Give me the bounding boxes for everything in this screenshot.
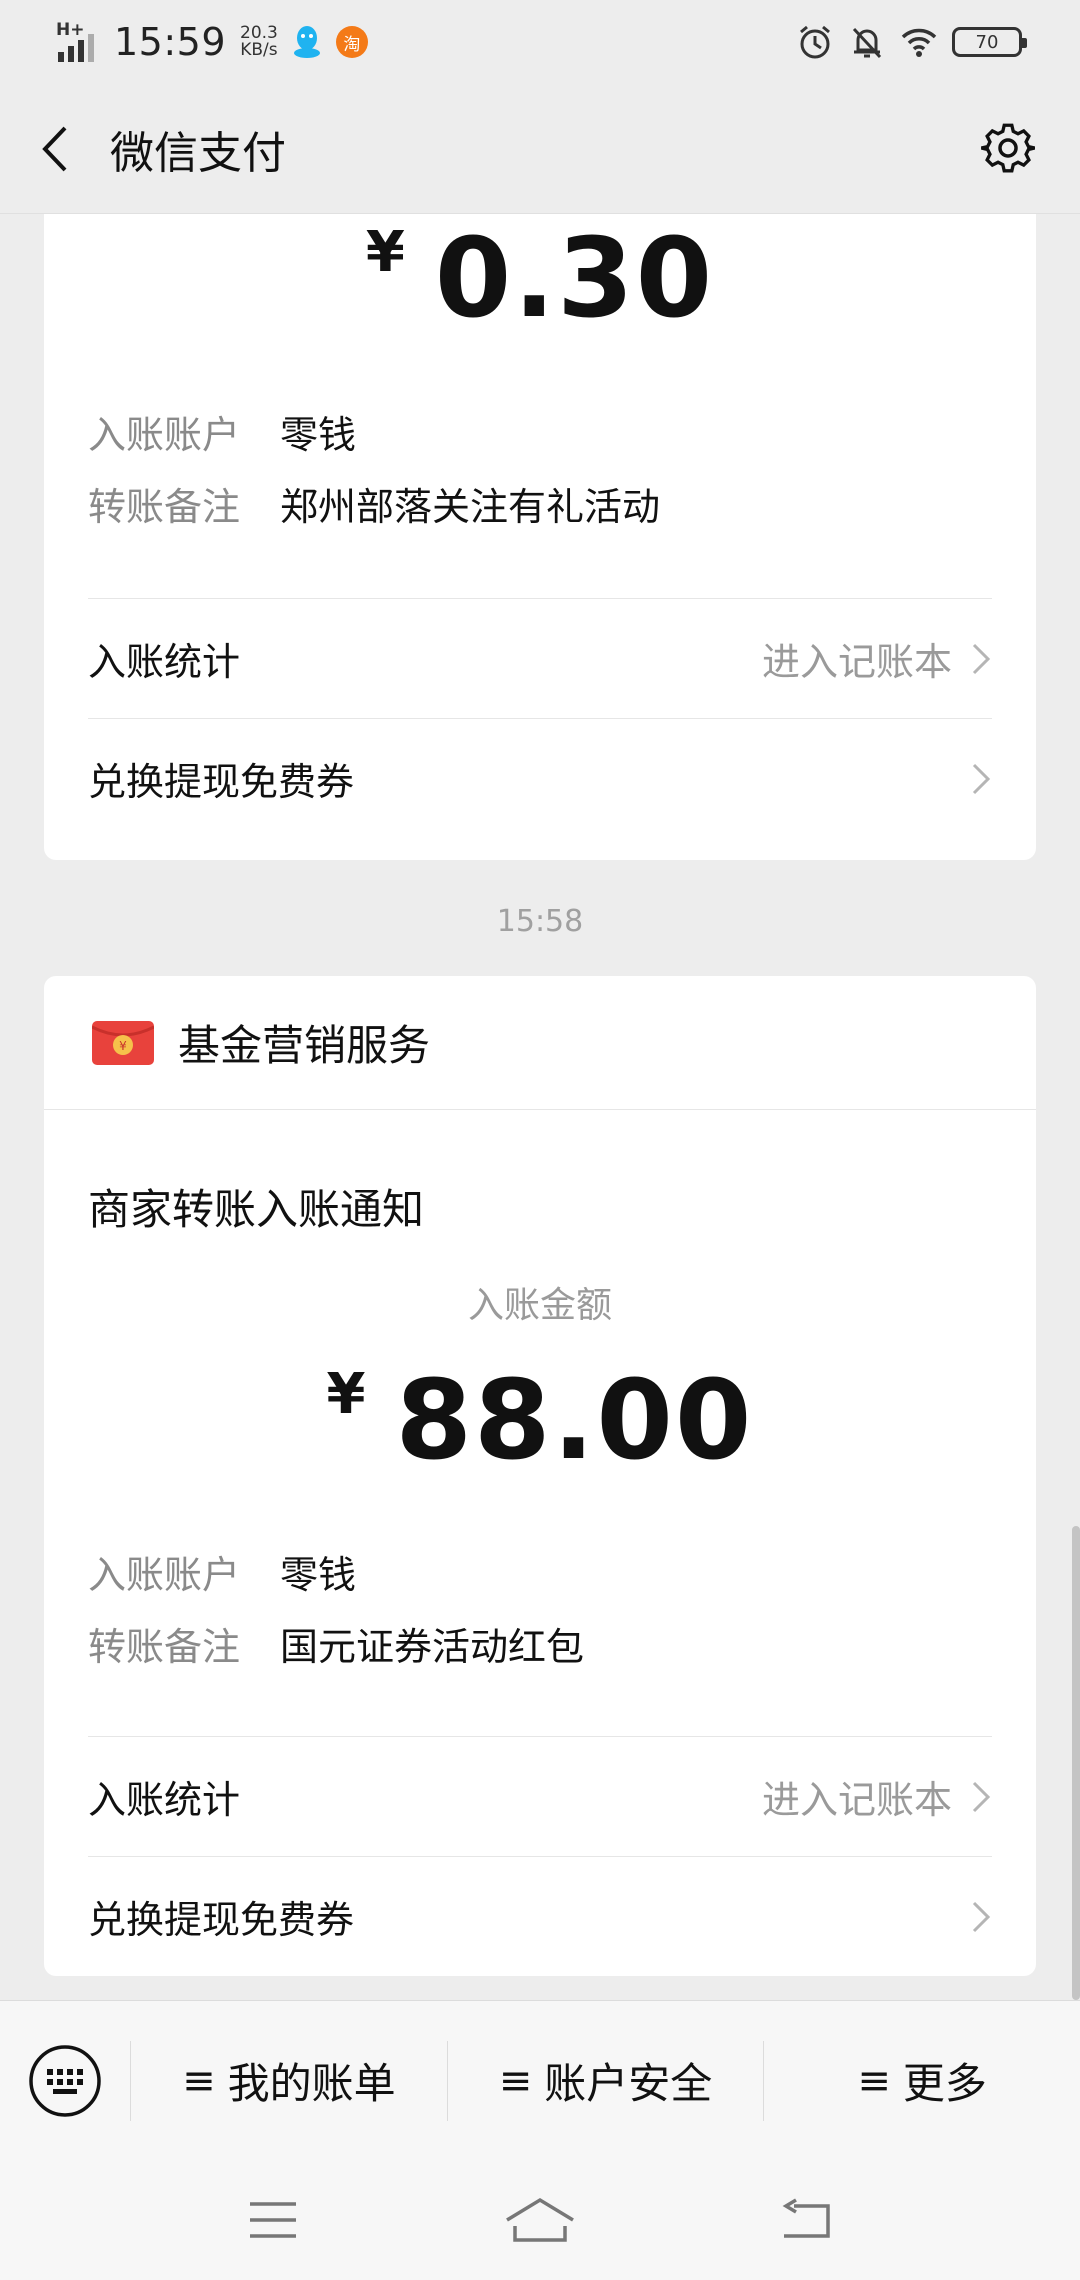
- back-arrow-icon: [42, 126, 67, 171]
- chevron-right-icon: [972, 763, 991, 794]
- field-remark: 转账备注 国元证券活动红包: [88, 1616, 584, 1671]
- page-title: 微信支付: [110, 127, 286, 179]
- notice-title: 商家转账入账通知: [88, 1185, 425, 1234]
- bottom-menu: ≡ 我的账单 ≡ 账户安全 ≡ 更多: [0, 2000, 1080, 2160]
- row-action-label: 进入记账本: [761, 1778, 952, 1822]
- menu-label: 我的账单: [227, 2059, 396, 2108]
- speed-unit: KB/s: [240, 40, 278, 60]
- network-speed: 20.3 KB/s: [240, 25, 278, 59]
- menu-list-icon: ≡: [857, 2057, 891, 2104]
- chevron-right-icon: [972, 1901, 991, 1932]
- field-value: 国元证券活动红包: [280, 1625, 585, 1669]
- sender-name: 基金营销服务: [178, 1021, 431, 1070]
- svg-text:¥: ¥: [119, 1039, 127, 1053]
- currency-symbol: ¥: [365, 220, 405, 285]
- row-label: 兑换提现免费券: [88, 1898, 355, 1942]
- scrollbar[interactable]: [1072, 1526, 1080, 2000]
- row-action: 进入记账本: [762, 631, 992, 686]
- wifi-icon: [901, 28, 937, 57]
- back-nav-icon: [782, 2198, 830, 2238]
- row-exchange-coupon[interactable]: 兑换提现免费券: [88, 1856, 992, 1976]
- row-income-stats[interactable]: 入账统计 进入记账本: [88, 598, 992, 718]
- message-timestamp: 15:58: [496, 904, 584, 939]
- back-nav-button[interactable]: [762, 2190, 852, 2250]
- menu-list-icon: ≡: [182, 2057, 216, 2104]
- row-exchange-coupon[interactable]: 兑换提现免费券: [88, 718, 992, 838]
- taobao-icon: 淘: [335, 26, 368, 58]
- amount-value: 0.30: [434, 214, 715, 342]
- row-income-stats[interactable]: 入账统计 进入记账本: [88, 1736, 992, 1856]
- battery-icon: 70: [952, 27, 1027, 57]
- home-icon: [506, 2197, 574, 2242]
- menu-label: 更多: [902, 2059, 987, 2108]
- message-card: ¥ 基金营销服务 商家转账入账通知 入账金额 ¥ 88.00 入账账户 零钱 转…: [44, 976, 1036, 1976]
- message-card: ¥ 0.30 入账账户 零钱 转账备注 郑州部落关注有礼活动 入账统计 进入记账…: [44, 214, 1036, 860]
- field-account: 入账账户 零钱: [88, 404, 356, 459]
- menu-more[interactable]: ≡ 更多: [763, 2040, 1080, 2121]
- keyboard-toggle-button[interactable]: [0, 2001, 130, 2161]
- status-bar-right: 70: [796, 23, 1027, 61]
- qq-icon: [293, 26, 320, 58]
- amount-label: 入账金额: [467, 1285, 612, 1326]
- row-label: 兑换提现免费券: [88, 760, 355, 804]
- back-button[interactable]: [0, 84, 110, 214]
- amount-value: 88.00: [395, 1356, 754, 1484]
- row-action: [970, 761, 992, 797]
- row-action-label: 进入记账本: [761, 640, 952, 684]
- chevron-right-icon: [972, 643, 991, 674]
- amount-display: ¥ 0.30: [44, 214, 1036, 342]
- settings-button[interactable]: [976, 116, 1040, 180]
- field-value: 零钱: [280, 413, 357, 457]
- field-label: 入账账户: [88, 413, 241, 457]
- signal-icon: H+: [56, 20, 100, 62]
- field-value: 零钱: [280, 1553, 357, 1597]
- red-packet-icon: ¥: [92, 1020, 154, 1065]
- field-label: 转账备注: [88, 1625, 241, 1669]
- mute-bell-icon: [852, 27, 882, 59]
- row-label: 入账统计: [88, 640, 241, 684]
- menu-my-bills[interactable]: ≡ 我的账单: [130, 2040, 447, 2121]
- status-bar-left: H+ 15:59 20.3 KB/s 淘: [56, 20, 368, 64]
- alarm-icon: [800, 25, 830, 59]
- clock: 15:59: [114, 20, 227, 64]
- field-label: 入账账户: [88, 1553, 241, 1597]
- row-action: 进入记账本: [762, 1769, 992, 1824]
- currency-symbol: ¥: [326, 1362, 366, 1427]
- field-remark: 转账备注 郑州部落关注有礼活动: [88, 476, 660, 531]
- field-account: 入账账户 零钱: [88, 1544, 356, 1599]
- gear-icon: [981, 123, 1035, 173]
- nav-bar: 微信支付: [0, 84, 1080, 214]
- menu-list-icon: ≡: [498, 2057, 533, 2104]
- amount-display: ¥ 88.00: [44, 1356, 1036, 1484]
- recent-apps-button[interactable]: [228, 2190, 318, 2250]
- menu-icon: [250, 2202, 297, 2238]
- menu-account-security[interactable]: ≡ 账户安全: [446, 2040, 764, 2121]
- card-header[interactable]: ¥ 基金营销服务: [44, 976, 1036, 1110]
- home-button[interactable]: [495, 2190, 585, 2250]
- system-nav-bar: [0, 2160, 1080, 2280]
- battery-level: 70: [975, 31, 999, 53]
- chevron-right-icon: [972, 1781, 991, 1812]
- message-list[interactable]: ¥ 0.30 入账账户 零钱 转账备注 郑州部落关注有礼活动 入账统计 进入记账…: [0, 214, 1080, 2000]
- keyboard-icon: [29, 2044, 101, 2117]
- field-value: 郑州部落关注有礼活动: [280, 485, 661, 529]
- row-action: [970, 1899, 992, 1935]
- status-bar: H+ 15:59 20.3 KB/s 淘 70: [0, 0, 1080, 84]
- menu-label: 账户安全: [544, 2059, 713, 2108]
- row-label: 入账统计: [88, 1778, 241, 1822]
- field-label: 转账备注: [88, 485, 241, 529]
